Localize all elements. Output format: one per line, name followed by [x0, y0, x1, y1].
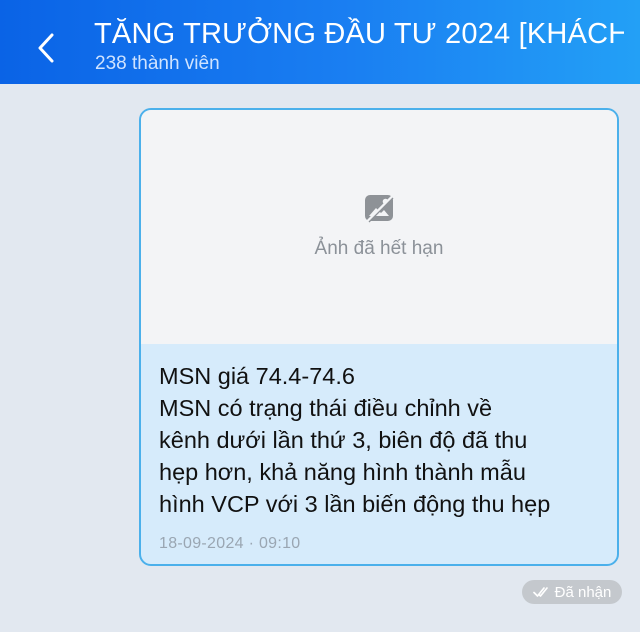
- broken-image-icon: [365, 194, 395, 224]
- received-status-badge: Đã nhận: [522, 580, 622, 604]
- message-line: hình VCP với 3 lần biến động thu hẹp: [159, 491, 551, 517]
- message-bubble[interactable]: Ảnh đã hết hạn MSN giá 74.4-74.6 MSN có …: [139, 108, 619, 566]
- message-timestamp: 18-09-2024 · 09:10: [159, 535, 301, 552]
- message-text: MSN giá 74.4-74.6 MSN có trạng thái điều…: [159, 360, 615, 520]
- image-expired-label: Ảnh đã hết hạn: [314, 238, 444, 259]
- group-title[interactable]: TĂNG TRƯỞNG ĐẦU TƯ 2024 [KHÁCH...: [94, 14, 624, 54]
- message-line: MSN có trạng thái điều chỉnh về: [159, 395, 493, 421]
- expired-image-placeholder[interactable]: Ảnh đã hết hạn: [141, 110, 617, 344]
- chevron-left-icon: [38, 33, 54, 63]
- member-count[interactable]: 238 thành viên: [95, 53, 220, 75]
- chat-header: TĂNG TRƯỞNG ĐẦU TƯ 2024 [KHÁCH... 238 th…: [0, 0, 640, 84]
- double-check-icon: [532, 587, 548, 597]
- message-line: kênh dưới lần thứ 3, biên độ đã thu: [159, 427, 528, 453]
- message-line: hẹp hơn, khả năng hình thành mẫu: [159, 459, 526, 485]
- status-label: Đã nhận: [554, 583, 612, 601]
- back-button[interactable]: [28, 28, 64, 68]
- message-line: MSN giá 74.4-74.6: [159, 363, 355, 389]
